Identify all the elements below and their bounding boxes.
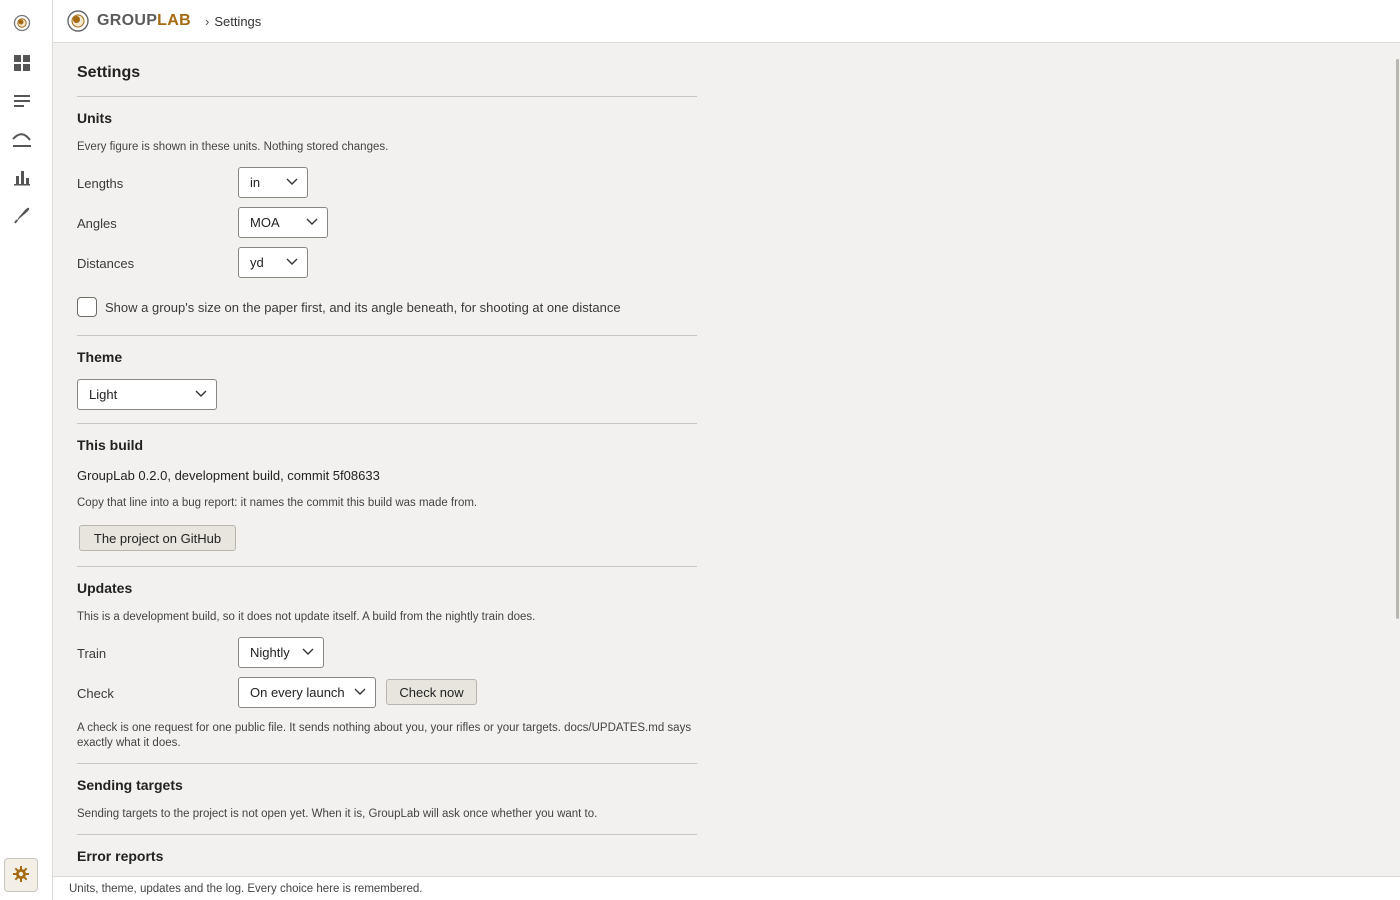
units-note: Every figure is shown in these units. No… bbox=[77, 141, 389, 153]
scrollbar[interactable] bbox=[1394, 43, 1400, 876]
brand-part2: LAB bbox=[157, 12, 191, 29]
paper-first-checkbox[interactable] bbox=[77, 297, 97, 317]
train-select[interactable]: Nightly bbox=[238, 637, 324, 668]
divider bbox=[77, 763, 697, 764]
updates-footnote-line2: exactly what it does. bbox=[77, 737, 181, 749]
units-heading: Units bbox=[77, 110, 112, 126]
distances-select[interactable]: yd bbox=[238, 247, 308, 278]
breadcrumb-separator: › bbox=[204, 13, 210, 29]
chevron-down-icon bbox=[306, 218, 318, 225]
chevron-down-icon bbox=[286, 178, 298, 185]
updates-note: This is a development build, so it does … bbox=[77, 611, 536, 623]
paper-first-label[interactable]: Show a group's size on the paper first, … bbox=[105, 300, 621, 315]
dashboard-icon[interactable] bbox=[11, 52, 33, 74]
build-heading: This build bbox=[77, 437, 144, 453]
divider bbox=[77, 834, 697, 835]
angles-value: MOA bbox=[250, 215, 280, 230]
list-icon[interactable] bbox=[11, 90, 33, 112]
chevron-down-icon bbox=[302, 648, 314, 655]
angles-label: Angles bbox=[77, 216, 117, 231]
trajectory-icon[interactable] bbox=[11, 128, 33, 150]
check-select[interactable]: On every launch bbox=[238, 677, 376, 708]
chevron-down-icon bbox=[354, 688, 366, 695]
gear-icon bbox=[12, 865, 30, 886]
lengths-label: Lengths bbox=[77, 176, 124, 191]
chart-icon[interactable] bbox=[11, 166, 33, 188]
check-now-button[interactable]: Check now bbox=[386, 679, 477, 705]
theme-select[interactable]: Light bbox=[77, 379, 217, 410]
divider bbox=[77, 96, 697, 97]
updates-heading: Updates bbox=[77, 580, 133, 596]
page-title: Settings bbox=[77, 64, 141, 81]
divider bbox=[77, 335, 697, 336]
check-label: Check bbox=[77, 686, 114, 701]
check-value: On every launch bbox=[250, 685, 345, 700]
lengths-value: in bbox=[250, 175, 261, 190]
angles-select[interactable]: MOA bbox=[238, 207, 328, 238]
lengths-select[interactable]: in bbox=[238, 167, 308, 198]
bullet-icon[interactable] bbox=[11, 204, 33, 226]
errors-heading: Error reports bbox=[77, 848, 164, 864]
train-value: Nightly bbox=[250, 645, 290, 660]
distances-value: yd bbox=[250, 255, 264, 270]
brand-name: GROUP LAB bbox=[97, 12, 191, 30]
theme-value: Light bbox=[89, 387, 118, 402]
status-bar: Units, theme, updates and the log. Every… bbox=[53, 876, 1400, 900]
github-button[interactable]: The project on GitHub bbox=[79, 525, 236, 551]
brand-logo-icon bbox=[67, 10, 89, 32]
updates-footnote-line1: A check is one request for one public fi… bbox=[77, 722, 692, 734]
status-text: Units, theme, updates and the log. Every… bbox=[69, 883, 423, 895]
distances-label: Distances bbox=[77, 256, 135, 271]
brand-part1: GROUP bbox=[97, 12, 158, 29]
scrollbar-thumb[interactable] bbox=[1396, 59, 1399, 619]
top-bar: GROUP LAB › Settings bbox=[53, 0, 1400, 43]
build-line: GroupLab 0.2.0, development build, commi… bbox=[77, 468, 380, 483]
chevron-down-icon bbox=[286, 258, 298, 265]
sending-note: Sending targets to the project is not op… bbox=[77, 808, 598, 820]
breadcrumb: › Settings bbox=[205, 14, 261, 29]
theme-heading: Theme bbox=[77, 349, 123, 365]
logo-icon[interactable] bbox=[11, 12, 33, 34]
settings-rail-button[interactable] bbox=[4, 858, 38, 892]
divider bbox=[77, 423, 697, 424]
nav-rail bbox=[0, 0, 53, 900]
sending-heading: Sending targets bbox=[77, 777, 183, 793]
train-label: Train bbox=[77, 646, 107, 661]
build-note: Copy that line into a bug report: it nam… bbox=[77, 497, 478, 509]
divider bbox=[77, 566, 697, 567]
chevron-down-icon bbox=[195, 390, 207, 397]
breadcrumb-current[interactable]: Settings bbox=[214, 14, 261, 29]
